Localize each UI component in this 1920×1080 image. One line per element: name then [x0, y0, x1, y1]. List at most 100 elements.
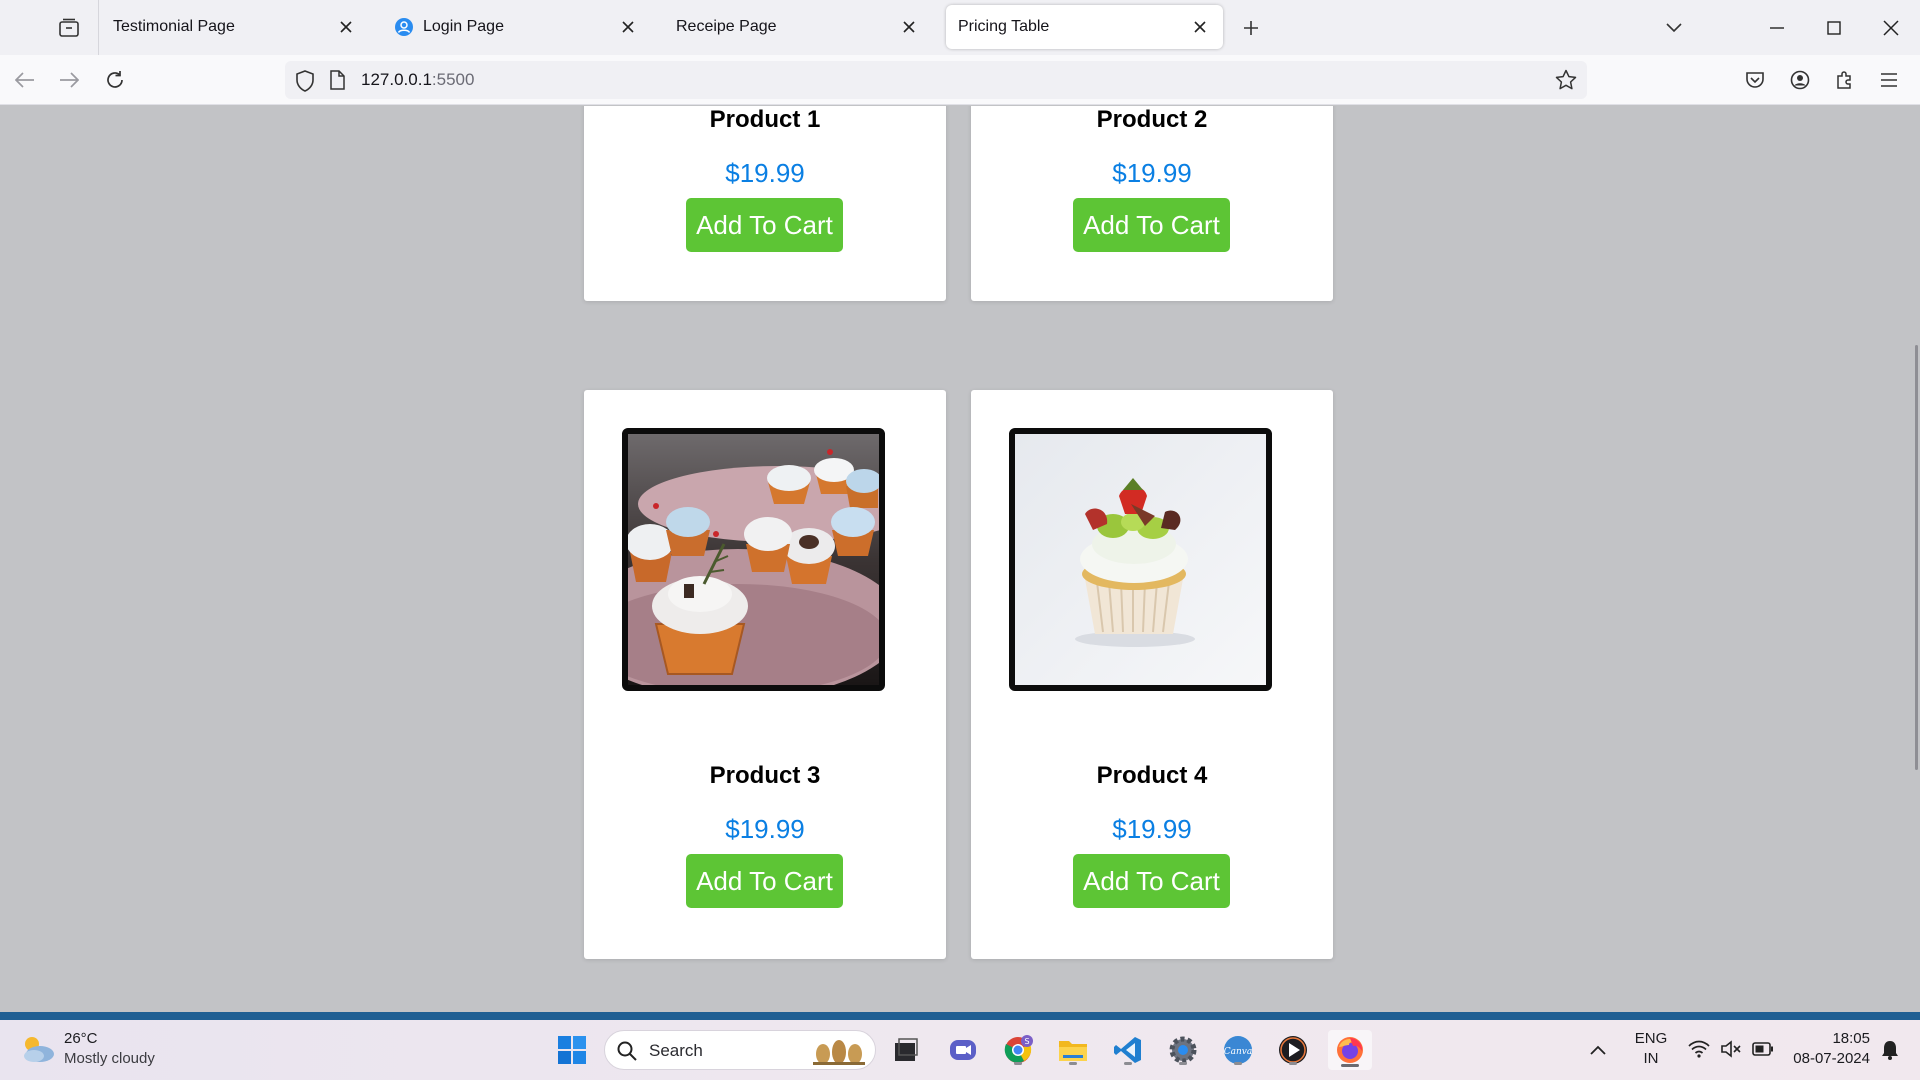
- product-card-4: Product 4 $19.99 Add To Cart: [971, 390, 1333, 959]
- cupcakes-plate-image: [628, 434, 879, 685]
- close-window-button[interactable]: [1871, 8, 1911, 48]
- user-avatar-icon: [395, 18, 413, 36]
- product-card-3: Product 3 $19.99 Add To Cart: [584, 390, 946, 959]
- tab-close-button[interactable]: [335, 16, 357, 38]
- product-image-cupcake: [1009, 428, 1272, 691]
- bookmark-star-icon[interactable]: [1555, 69, 1577, 91]
- firefox-button[interactable]: [1328, 1030, 1372, 1070]
- firefox-icon: [1337, 1037, 1363, 1063]
- tab-separator: [98, 0, 99, 55]
- product-price: $19.99: [725, 158, 805, 188]
- tab-login[interactable]: Login Page: [383, 5, 651, 49]
- language-indicator[interactable]: ENG IN: [1626, 1030, 1676, 1070]
- extensions-button[interactable]: [1827, 62, 1863, 98]
- chrome-icon: S: [1004, 1035, 1033, 1063]
- hamburger-menu-icon: [1881, 73, 1897, 87]
- tab-close-button[interactable]: [1189, 16, 1211, 38]
- product-card-2: Product 2 $19.99 Add To Cart: [971, 106, 1333, 301]
- arrow-right-icon: [60, 72, 79, 88]
- search-label: Search: [649, 1041, 703, 1060]
- clock-time: 18:05: [1832, 1030, 1870, 1047]
- media-player-button[interactable]: [1273, 1030, 1313, 1070]
- canva-button[interactable]: Canva: [1218, 1030, 1258, 1070]
- add-to-cart-button[interactable]: Add To Cart: [1073, 854, 1230, 908]
- file-explorer-button[interactable]: [1053, 1030, 1093, 1070]
- gear-icon: [1169, 1036, 1197, 1064]
- vertical-scrollbar[interactable]: [1908, 106, 1920, 1012]
- reload-icon: [107, 71, 123, 88]
- tab-title: Receipe Page: [676, 18, 777, 35]
- product-image-cupcakes: [622, 428, 885, 691]
- wifi-icon: [1688, 1040, 1710, 1058]
- page-icon[interactable]: [329, 70, 345, 90]
- close-icon: [1194, 21, 1206, 33]
- pocket-button[interactable]: [1737, 62, 1773, 98]
- product-title: Product 3: [709, 762, 821, 789]
- back-button[interactable]: [7, 62, 43, 98]
- bell-icon: [1882, 1041, 1898, 1060]
- shield-icon[interactable]: [295, 70, 315, 92]
- minimize-icon: [1770, 27, 1784, 29]
- running-indicator: [1289, 1062, 1297, 1065]
- folder-icon: [1059, 1041, 1087, 1061]
- strawberry-cupcake-image: [1015, 434, 1266, 685]
- vscode-icon: [1114, 1037, 1141, 1063]
- system-tray-quick-settings[interactable]: [1684, 1038, 1780, 1064]
- notifications-button[interactable]: [1874, 1030, 1906, 1070]
- puzzle-icon: [1837, 71, 1851, 89]
- start-button[interactable]: [552, 1030, 592, 1070]
- active-indicator: [1341, 1064, 1359, 1067]
- speaker-muted-icon: [1721, 1040, 1741, 1058]
- reload-button[interactable]: [97, 62, 133, 98]
- add-to-cart-button[interactable]: Add To Cart: [686, 198, 843, 252]
- chrome-button[interactable]: S: [998, 1030, 1038, 1070]
- tab-bar: Testimonial Page Login Page Receipe Page…: [0, 0, 1920, 55]
- running-indicator: [1124, 1062, 1132, 1065]
- account-button[interactable]: [1782, 62, 1818, 98]
- add-to-cart-button[interactable]: Add To Cart: [1073, 198, 1230, 252]
- product-price: $19.99: [1112, 814, 1192, 844]
- forward-button[interactable]: [51, 62, 87, 98]
- tab-testimonial[interactable]: Testimonial Page: [101, 5, 369, 49]
- new-tab-button[interactable]: [1235, 12, 1267, 44]
- close-icon: [903, 21, 915, 33]
- close-icon: [340, 21, 352, 33]
- task-view-button[interactable]: [886, 1030, 926, 1070]
- taskbar-search[interactable]: Search: [604, 1030, 876, 1070]
- show-hidden-icons-button[interactable]: [1582, 1030, 1614, 1070]
- maximize-button[interactable]: [1814, 8, 1854, 48]
- chat-camera-icon: [950, 1040, 976, 1060]
- vscode-button[interactable]: [1108, 1030, 1148, 1070]
- close-icon: [1883, 20, 1899, 36]
- tab-close-button[interactable]: [617, 16, 639, 38]
- tab-receipe[interactable]: Receipe Page: [664, 5, 932, 49]
- add-to-cart-button[interactable]: Add To Cart: [686, 854, 843, 908]
- address-bar[interactable]: 127.0.0.1:5500: [285, 61, 1587, 99]
- search-icon: [617, 1041, 637, 1061]
- weather-widget[interactable]: 26°C Mostly cloudy: [20, 1030, 190, 1072]
- pocket-icon: [1746, 72, 1764, 88]
- clock[interactable]: 18:05 08-07-2024: [1784, 1030, 1870, 1070]
- running-indicator: [1234, 1062, 1242, 1065]
- close-icon: [622, 21, 634, 33]
- product-price: $19.99: [1112, 158, 1192, 188]
- product-price: $19.99: [725, 814, 805, 844]
- battery-icon: [1752, 1042, 1773, 1056]
- app-menu-button[interactable]: [1871, 62, 1907, 98]
- minimize-button[interactable]: [1757, 8, 1797, 48]
- tabs-list-icon: [59, 18, 79, 37]
- scrollbar-thumb[interactable]: [1915, 345, 1918, 770]
- tab-pricing-table[interactable]: Pricing Table: [946, 5, 1223, 49]
- weather-condition: Mostly cloudy: [64, 1050, 155, 1067]
- region-code: IN: [1643, 1050, 1659, 1067]
- teams-chat-button[interactable]: [943, 1030, 983, 1070]
- task-view-icon: [895, 1038, 918, 1061]
- tab-list-button[interactable]: [50, 12, 88, 44]
- list-all-tabs-button[interactable]: [1654, 8, 1694, 48]
- tab-close-button[interactable]: [898, 16, 920, 38]
- weather-temperature: 26°C: [64, 1030, 98, 1047]
- tab-title: Pricing Table: [958, 18, 1050, 35]
- settings-button[interactable]: [1163, 1030, 1203, 1070]
- url-text[interactable]: 127.0.0.1:5500: [361, 70, 474, 90]
- account-icon: [1790, 70, 1810, 90]
